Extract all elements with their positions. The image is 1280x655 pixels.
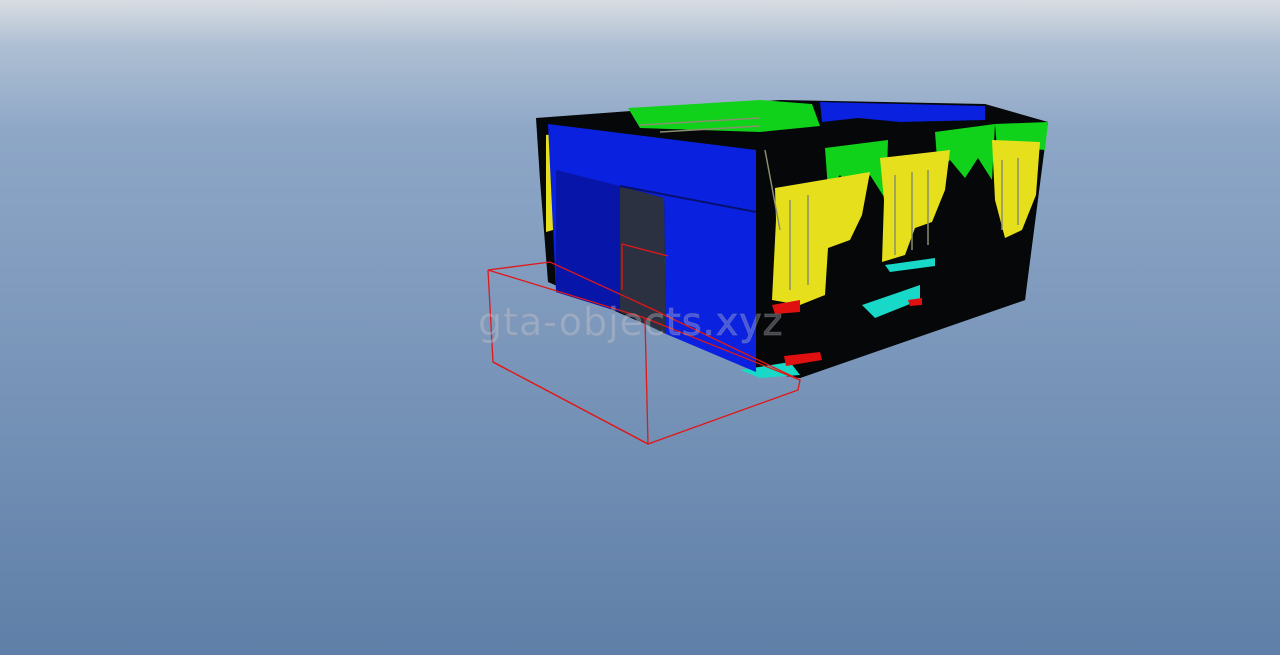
front-wall-shade: [556, 170, 620, 312]
sky-background: [0, 0, 1280, 655]
scene-render: [0, 0, 1280, 655]
game-viewport[interactable]: gta-objects.xyz: [0, 0, 1280, 655]
